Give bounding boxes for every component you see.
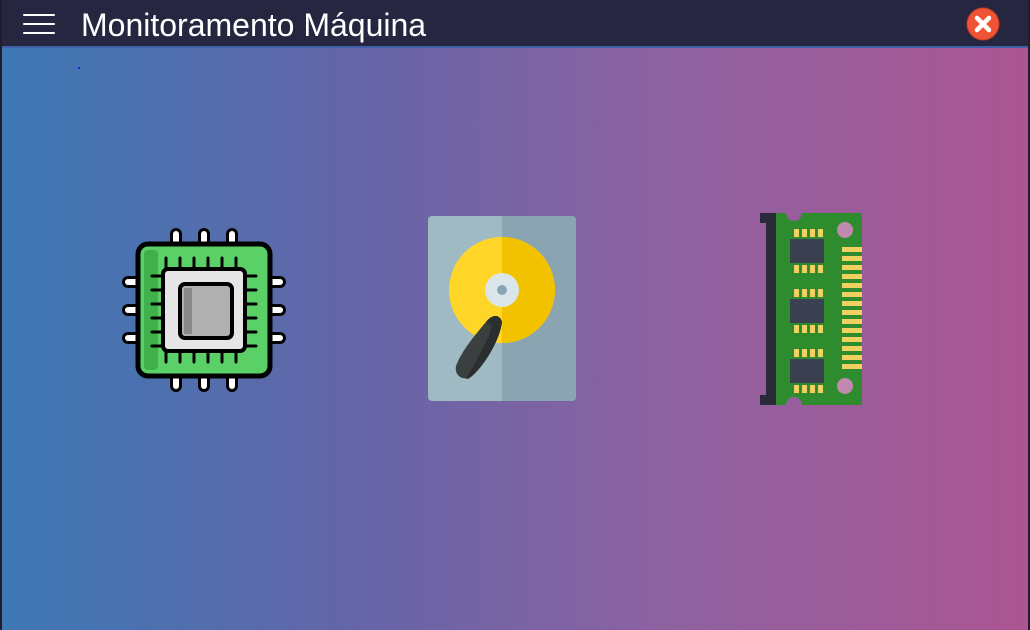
cpu-button[interactable] — [118, 224, 290, 396]
memory-button[interactable] — [760, 211, 864, 407]
stray-dot — [78, 67, 80, 69]
ram-memory-icon — [760, 213, 862, 405]
app-title: Monitoramento Máquina — [81, 7, 427, 43]
app-window: Monitoramento Máquina — [0, 0, 1030, 630]
cpu-chip-icon — [122, 228, 286, 392]
disk-button[interactable] — [428, 216, 578, 402]
close-icon[interactable] — [966, 7, 1000, 41]
hard-disk-icon — [428, 216, 576, 401]
hamburger-menu-icon[interactable] — [23, 13, 55, 35]
title-bar: Monitoramento Máquina — [2, 0, 1028, 48]
